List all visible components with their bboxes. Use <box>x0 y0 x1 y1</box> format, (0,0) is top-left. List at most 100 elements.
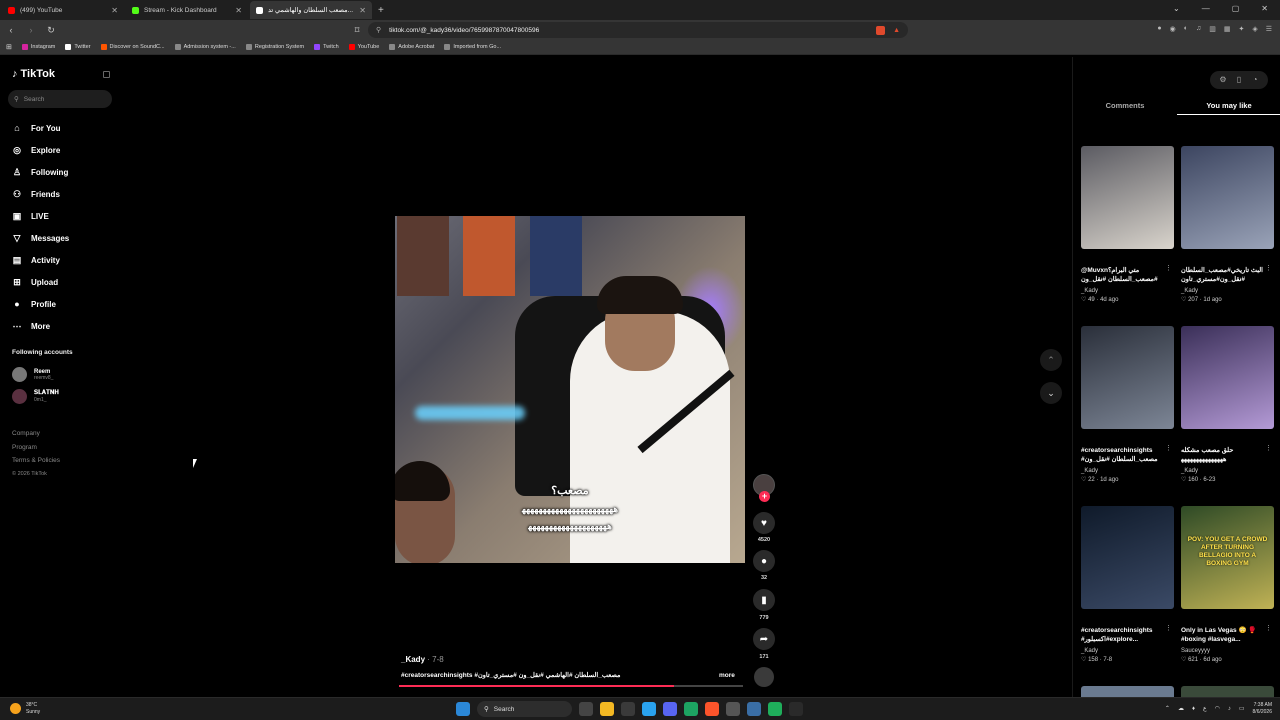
footer-terms-link[interactable]: Terms & Policies <box>12 454 60 468</box>
brave-icon[interactable] <box>705 702 719 716</box>
share-button[interactable]: ➦ <box>753 628 775 650</box>
task-view-icon[interactable] <box>579 702 593 716</box>
weather-widget[interactable]: 38°C Sunny <box>10 702 40 715</box>
brave-rewards-icon[interactable]: ▲ <box>893 27 900 34</box>
video-thumbnail[interactable]: POV: YOU GET A CROWD AFTER TURNING BELLA… <box>1181 506 1274 609</box>
card-author[interactable]: _Kady <box>1181 468 1274 474</box>
comment-button[interactable]: ● <box>753 550 775 572</box>
follow-plus-icon[interactable]: + <box>759 491 770 502</box>
recommended-video-card[interactable]: #creatorsearchinsights #اكسبلور#explore.… <box>1081 506 1174 663</box>
following-account[interactable]: Reem reemv8_ <box>12 367 53 382</box>
volume-icon[interactable]: ♪ <box>1228 706 1231 712</box>
footer-program-link[interactable]: Program <box>12 441 60 455</box>
chrome-icon[interactable] <box>684 702 698 716</box>
collapse-sidebar-icon[interactable] <box>103 71 110 78</box>
more-options-icon[interactable]: ⋮ <box>1165 624 1172 632</box>
discord-icon[interactable] <box>663 702 677 716</box>
wallet-icon[interactable]: ▦ <box>1224 25 1231 33</box>
battery-icon[interactable]: ▭ <box>1239 705 1245 712</box>
video-thumbnail[interactable] <box>1081 506 1174 609</box>
app-icon[interactable] <box>768 702 782 716</box>
app-tray-icon[interactable]: ♦ <box>1192 706 1195 712</box>
leo-icon[interactable]: ✦ <box>1238 25 1244 33</box>
wifi-icon[interactable]: ◠ <box>1215 705 1220 712</box>
video-thumbnail[interactable] <box>1081 146 1174 249</box>
more-button[interactable]: more <box>719 672 735 679</box>
bookmark-item[interactable]: Discover on SoundC... <box>100 44 165 50</box>
recommended-video-card[interactable]: البث تاريخي#مصعب_السلطان #نقل_ون#مستري_ت… <box>1181 146 1274 303</box>
bookmark-page-icon[interactable]: ⌑ <box>352 25 362 36</box>
bookmark-item[interactable]: Instagram <box>21 44 55 50</box>
tab-you-may-like[interactable]: You may like <box>1177 97 1280 115</box>
nav-item-messages[interactable]: ▽ Messages <box>12 227 70 249</box>
bookmark-item[interactable]: YouTube <box>348 44 379 50</box>
cloud-icon[interactable]: ☁ <box>1178 705 1184 712</box>
more-options-icon[interactable]: ⋮ <box>1265 264 1272 272</box>
tab-search-icon[interactable]: ⌄ <box>1173 4 1180 13</box>
apps-grid-icon[interactable]: ⊞ <box>6 43 12 51</box>
card-author[interactable]: _Kady <box>1081 468 1174 474</box>
browser-tab[interactable]: مصعب السلطان والهاشمي تد... ✕ <box>250 1 372 19</box>
reload-icon[interactable]: ↻ <box>46 25 56 36</box>
browser-tab[interactable]: Stream - Kick Dashboard ✕ <box>126 1 248 19</box>
music-icon[interactable]: ♫ <box>1196 25 1201 33</box>
sidebar-toggle-icon[interactable]: ▥ <box>1209 25 1216 33</box>
nav-item-live[interactable]: ▣ LIVE <box>12 205 69 227</box>
next-video-button[interactable]: ⌄ <box>1040 382 1062 404</box>
video-thumbnail[interactable] <box>1081 326 1174 429</box>
video-author[interactable]: _Kady · 7-8 <box>401 655 444 664</box>
recommended-video-card[interactable]: @Muvxnمتي البرام؟ #مصعب_السلطان #نقل_ون … <box>1081 146 1174 303</box>
more-options-icon[interactable]: ⋮ <box>1165 444 1172 452</box>
url-bar[interactable]: ⚲ tiktok.com/@_kady36/video/765998787004… <box>368 22 908 38</box>
file-explorer-icon[interactable] <box>600 702 614 716</box>
back-icon[interactable]: ‹ <box>6 25 16 35</box>
card-author[interactable]: _Kady <box>1181 288 1274 294</box>
site-info-icon[interactable]: ⚲ <box>376 26 381 34</box>
bookmark-item[interactable]: Imported from Go... <box>444 44 501 50</box>
nav-item-activity[interactable]: ▤ Activity <box>12 249 69 271</box>
nav-item-profile[interactable]: ● Profile <box>12 293 69 315</box>
card-author[interactable]: _Kady <box>1081 288 1174 294</box>
nav-item-following[interactable]: ♙ Following <box>12 161 69 183</box>
tiktok-logo[interactable]: ♪ TikTok <box>12 68 55 80</box>
bookmark-item[interactable]: Admission system -... <box>174 44 236 50</box>
forward-icon[interactable]: › <box>26 25 36 35</box>
close-window-button[interactable]: ✕ <box>1261 4 1268 13</box>
card-author[interactable]: _Kady <box>1081 648 1174 654</box>
bookmark-item[interactable]: Twitch <box>314 44 339 50</box>
start-icon[interactable] <box>456 702 470 716</box>
app-icon[interactable] <box>621 702 635 716</box>
more-options-icon[interactable]: ⋮ <box>1165 264 1172 272</box>
card-author[interactable]: Sauceyyyy <box>1181 648 1274 654</box>
phone-icon[interactable]: ▯ <box>1234 75 1244 85</box>
extension-icon[interactable]: ◐ <box>1184 25 1188 33</box>
new-tab-button[interactable]: + <box>378 5 384 16</box>
nav-item-upload[interactable]: ⊞ Upload <box>12 271 69 293</box>
minimize-button[interactable]: — <box>1202 4 1210 13</box>
video-thumbnail[interactable] <box>1181 146 1274 249</box>
brave-shield-icon[interactable] <box>876 25 886 35</box>
clock[interactable]: 7:38 AM 8/6/2026 <box>1253 702 1272 715</box>
nav-item-explore[interactable]: ◎ Explore <box>12 139 69 161</box>
bookmark-item[interactable]: Twitter <box>65 44 91 50</box>
taskbar-search[interactable]: ⚲ Search <box>477 701 572 717</box>
like-button[interactable]: ♥ <box>753 512 775 534</box>
language-icon[interactable]: ع <box>1203 705 1207 712</box>
video-thumbnail[interactable] <box>1181 326 1274 429</box>
following-account[interactable]: 𝐒𝐋𝐀𝐓𝐍𝐇 0m1_ <box>12 389 59 404</box>
extension-icon[interactable]: ● <box>1157 25 1161 33</box>
more-options-icon[interactable]: ⋮ <box>1265 624 1272 632</box>
browser-tab[interactable]: (499) YouTube ✕ <box>2 1 124 19</box>
recommended-video-card[interactable]: POV: YOU GET A CROWD AFTER TURNING BELLA… <box>1181 506 1274 663</box>
profile-avatar-icon[interactable]: ◔ <box>1250 75 1260 85</box>
app-icon[interactable] <box>726 702 740 716</box>
previous-video-button[interactable]: ⌃ <box>1040 349 1062 371</box>
author-name[interactable]: _Kady <box>401 655 425 664</box>
chevron-up-icon[interactable]: ⌃ <box>1165 705 1170 712</box>
recommended-video-card[interactable]: حلق مصعب مشكله ﻫﻬﻬﻬﻬﻬﻬﻬﻬﻬﻬﻬﻬﻬﻬ _Kady ♡ 1… <box>1181 326 1274 483</box>
maximize-button[interactable]: ▢ <box>1232 4 1240 13</box>
nav-item-friends[interactable]: ⚇ Friends <box>12 183 69 205</box>
nav-item-for-you[interactable]: ⌂ For You <box>12 117 69 139</box>
close-tab-icon[interactable]: ✕ <box>111 6 118 15</box>
close-tab-icon[interactable]: ✕ <box>359 6 366 15</box>
